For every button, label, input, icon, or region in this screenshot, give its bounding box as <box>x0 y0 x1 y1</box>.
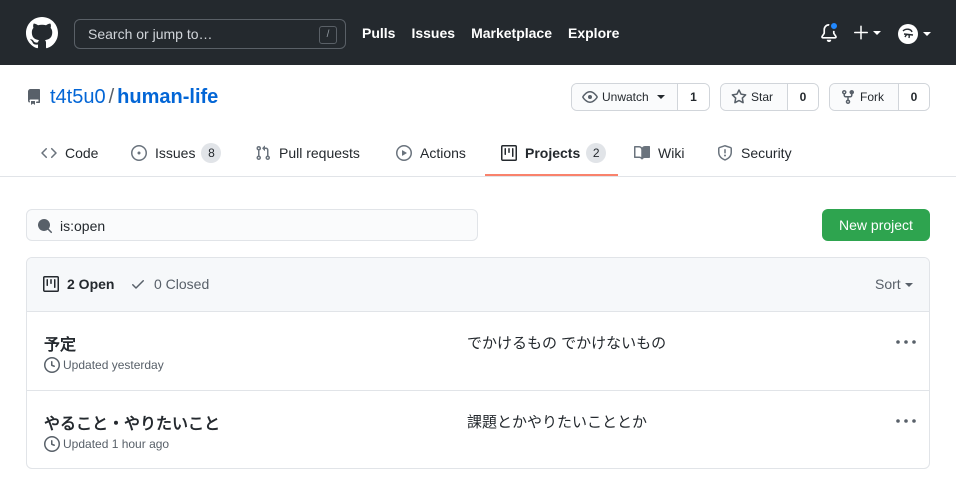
global-header: Search or jump to… / Pulls Issues Market… <box>0 0 956 65</box>
global-nav: Pulls Issues Marketplace Explore <box>362 25 619 41</box>
tab-wiki[interactable]: Wiki <box>634 128 684 177</box>
search-placeholder: Search or jump to… <box>88 26 213 42</box>
new-project-button[interactable]: New project <box>822 209 930 241</box>
closed-count-label: 0 Closed <box>154 276 210 292</box>
repo-title: t4t5u0 / human-life <box>26 85 218 109</box>
watch-button-group: Unwatch 1 <box>571 83 710 111</box>
projects-list: 2 Open 0 Closed Sort 予定 Updated yesterda… <box>26 257 930 469</box>
closed-filter[interactable]: 0 Closed <box>130 276 209 292</box>
tab-pull-requests[interactable]: Pull requests <box>255 128 360 177</box>
star-icon <box>731 89 747 104</box>
projects-search-value: is:open <box>60 218 106 234</box>
open-count-label: 2 Open <box>67 276 115 292</box>
project-description: 課題とかやりたいこととか <box>467 414 648 431</box>
fork-button[interactable]: Fork <box>830 84 899 110</box>
repo-separator: / <box>108 85 115 108</box>
fork-icon <box>842 90 854 105</box>
project-row: 予定 Updated yesterday でかけるもの でかけないもの <box>27 312 929 390</box>
play-icon <box>396 144 412 161</box>
nav-pulls[interactable]: Pulls <box>362 25 395 41</box>
repo-tabs: Code Issues 8 Pull requests Actions Proj… <box>0 128 956 281</box>
issue-icon <box>131 144 147 161</box>
book-icon <box>634 145 650 159</box>
open-filter[interactable]: 2 Open <box>43 276 114 292</box>
tab-projects[interactable]: Projects 2 <box>501 128 607 177</box>
tab-issues-label: Issues <box>155 144 196 161</box>
shield-icon <box>718 144 732 161</box>
global-search-input[interactable]: Search or jump to… / <box>74 19 346 49</box>
kebab-menu-icon[interactable] <box>895 334 917 350</box>
star-button[interactable]: Star <box>721 84 788 110</box>
project-updated: Updated 1 hour ago <box>44 436 169 452</box>
projects-list-header: 2 Open 0 Closed Sort <box>27 258 929 312</box>
fork-label: Fork <box>860 90 884 104</box>
repo-name-link[interactable]: human-life <box>117 86 218 109</box>
clock-icon <box>44 436 60 452</box>
nav-issues[interactable]: Issues <box>411 25 455 41</box>
tab-actions[interactable]: Actions <box>396 128 466 177</box>
search-shortcut-key: / <box>319 26 337 44</box>
project-name-link[interactable]: やること・やりたいこと <box>44 410 220 434</box>
star-label: Star <box>751 90 774 104</box>
projects-search-input[interactable]: is:open <box>26 209 478 241</box>
tab-projects-label: Projects <box>525 144 581 161</box>
check-icon <box>132 280 144 289</box>
chevron-down-icon <box>904 283 913 288</box>
projects-count-badge: 2 <box>586 142 607 163</box>
github-logo-icon[interactable] <box>26 17 58 49</box>
notification-indicator <box>829 21 839 31</box>
project-updated-text: Updated yesterday <box>63 358 164 372</box>
eye-icon <box>582 91 598 103</box>
tab-wiki-label: Wiki <box>658 144 685 161</box>
project-icon <box>501 144 517 161</box>
tab-security-label: Security <box>741 144 792 161</box>
watchers-count[interactable]: 1 <box>678 84 709 110</box>
fork-button-group: Fork 0 <box>829 83 930 111</box>
active-tab-underline <box>485 174 618 176</box>
issues-count-badge: 8 <box>201 142 222 163</box>
tab-security[interactable]: Security <box>717 128 792 177</box>
project-name-link[interactable]: 予定 <box>44 331 76 355</box>
nav-explore[interactable]: Explore <box>568 25 619 41</box>
tab-pull-requests-label: Pull requests <box>279 144 360 161</box>
unwatch-button[interactable]: Unwatch <box>572 84 678 110</box>
create-new-icon[interactable] <box>853 22 885 44</box>
chevron-down-icon <box>656 95 665 99</box>
tab-code[interactable]: Code <box>41 128 98 177</box>
pull-request-icon <box>256 145 271 160</box>
user-avatar-icon[interactable] <box>897 23 933 45</box>
repo-icon <box>27 89 40 105</box>
tab-actions-label: Actions <box>420 144 466 161</box>
project-updated: Updated yesterday <box>44 357 164 373</box>
project-row: やること・やりたいこと Updated 1 hour ago 課題とかやりたいこ… <box>27 390 929 468</box>
search-icon <box>38 219 53 234</box>
star-button-group: Star 0 <box>720 83 819 111</box>
unwatch-label: Unwatch <box>602 90 649 104</box>
project-icon <box>43 276 59 292</box>
clock-icon <box>44 357 60 373</box>
stars-count[interactable]: 0 <box>788 84 818 110</box>
kebab-menu-icon[interactable] <box>895 413 917 429</box>
tab-code-label: Code <box>65 144 99 161</box>
sort-dropdown[interactable]: Sort <box>875 276 913 292</box>
project-description: でかけるもの でかけないもの <box>467 335 667 352</box>
project-updated-text: Updated 1 hour ago <box>63 437 170 451</box>
sort-label: Sort <box>875 276 901 292</box>
repo-owner-link[interactable]: t4t5u0 <box>50 86 106 109</box>
forks-count[interactable]: 0 <box>899 84 929 110</box>
tab-issues[interactable]: Issues 8 <box>131 128 222 177</box>
nav-marketplace[interactable]: Marketplace <box>471 25 552 41</box>
code-icon <box>41 147 57 158</box>
